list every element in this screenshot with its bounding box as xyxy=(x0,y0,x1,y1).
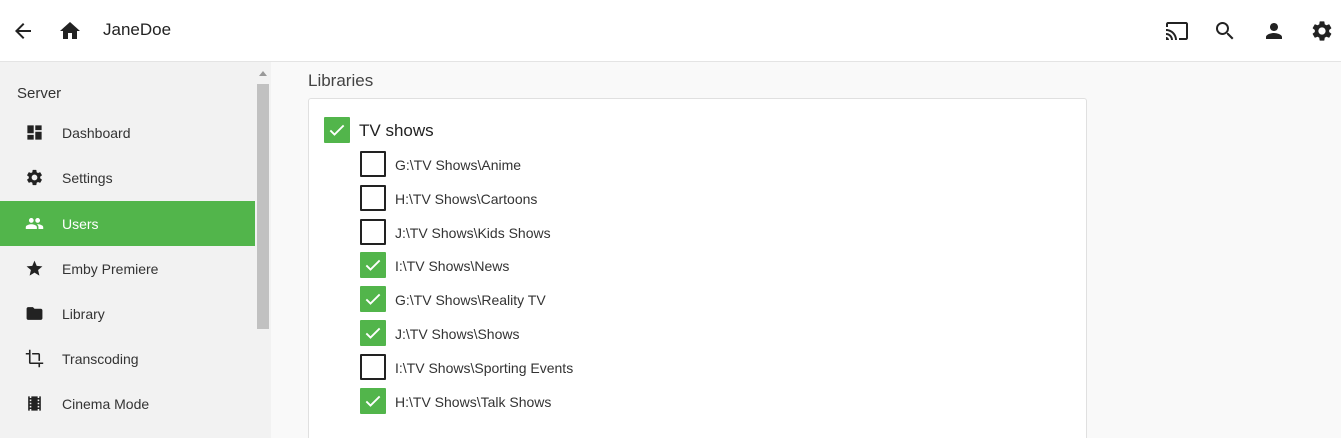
folder-label[interactable]: G:\TV Shows\Anime xyxy=(395,157,521,173)
gear-icon xyxy=(24,167,44,187)
sidebar-item-label: Dashboard xyxy=(62,124,131,141)
folder-label[interactable]: J:\TV Shows\Kids Shows xyxy=(395,225,551,241)
checkmark-icon xyxy=(365,293,381,305)
scroll-up-arrow-icon[interactable] xyxy=(259,71,267,76)
film-icon xyxy=(24,393,44,413)
libraries-section-title: Libraries xyxy=(308,71,374,90)
folder-label[interactable]: H:\TV Shows\Talk Shows xyxy=(395,394,551,410)
top-bar: JaneDoe xyxy=(0,0,1341,62)
sidebar-item-label: Library xyxy=(62,305,105,322)
sidebar-item-users[interactable]: Users xyxy=(0,201,255,246)
folder-icon xyxy=(24,303,44,323)
folder-checkbox[interactable] xyxy=(360,388,386,414)
sidebar-item-label: Settings xyxy=(62,169,113,186)
library-checkbox-tv-shows[interactable] xyxy=(324,117,350,143)
checkmark-icon xyxy=(365,259,381,271)
back-button[interactable] xyxy=(3,11,43,51)
folder-checkbox[interactable] xyxy=(360,286,386,312)
settings-button[interactable] xyxy=(1302,11,1341,51)
sidebar-item-transcoding[interactable]: Transcoding xyxy=(0,336,255,381)
folder-label[interactable]: I:\TV Shows\Sporting Events xyxy=(395,360,573,376)
library-label-tv-shows[interactable]: TV shows xyxy=(359,121,434,141)
cast-icon xyxy=(1166,22,1188,40)
folder-checkbox[interactable] xyxy=(360,219,386,245)
cast-button[interactable] xyxy=(1157,11,1197,51)
sidebar: Server Dashboard Settings Users Emby Pre… xyxy=(0,62,271,438)
search-icon xyxy=(1216,22,1234,40)
gear-icon xyxy=(1312,21,1332,41)
user-button[interactable] xyxy=(1254,11,1294,51)
sidebar-heading: Server xyxy=(17,85,62,102)
home-icon xyxy=(60,22,80,39)
folder-label[interactable]: I:\TV Shows\News xyxy=(395,258,509,274)
sidebar-item-cinema-mode[interactable]: Cinema Mode xyxy=(0,381,255,426)
search-button[interactable] xyxy=(1205,11,1245,51)
star-icon xyxy=(24,258,44,278)
folder-checkbox[interactable] xyxy=(360,354,386,380)
sidebar-item-library[interactable]: Library xyxy=(0,291,255,336)
folder-checkbox[interactable] xyxy=(360,185,386,211)
checkmark-icon xyxy=(365,327,381,339)
scrollbar-thumb[interactable] xyxy=(257,84,269,329)
back-arrow-icon xyxy=(15,23,31,39)
sidebar-item-emby-premiere[interactable]: Emby Premiere xyxy=(0,246,255,291)
page-title: JaneDoe xyxy=(103,20,172,39)
checkmark-icon xyxy=(329,124,345,136)
folder-checkbox[interactable] xyxy=(360,320,386,346)
folder-label[interactable]: G:\TV Shows\Reality TV xyxy=(395,292,546,308)
sidebar-item-dashboard[interactable]: Dashboard xyxy=(0,110,255,155)
folder-label[interactable]: J:\TV Shows\Shows xyxy=(395,326,520,342)
sidebar-item-label: Cinema Mode xyxy=(62,395,150,412)
folder-label[interactable]: H:\TV Shows\Cartoons xyxy=(395,191,537,207)
crop-icon xyxy=(24,348,44,368)
sidebar-item-label: Transcoding xyxy=(62,350,139,367)
sidebar-item-label: Emby Premiere xyxy=(62,260,159,277)
people-icon xyxy=(24,213,44,233)
sidebar-item-settings[interactable]: Settings xyxy=(0,155,255,200)
checkmark-icon xyxy=(365,395,381,407)
folder-checkbox[interactable] xyxy=(360,151,386,177)
dashboard-icon xyxy=(24,122,44,142)
sidebar-item-label: Users xyxy=(62,215,99,232)
folder-checkbox[interactable] xyxy=(360,252,386,278)
sidebar-scrollbar[interactable] xyxy=(255,62,271,438)
person-icon xyxy=(1266,23,1282,39)
home-button[interactable] xyxy=(50,11,90,51)
